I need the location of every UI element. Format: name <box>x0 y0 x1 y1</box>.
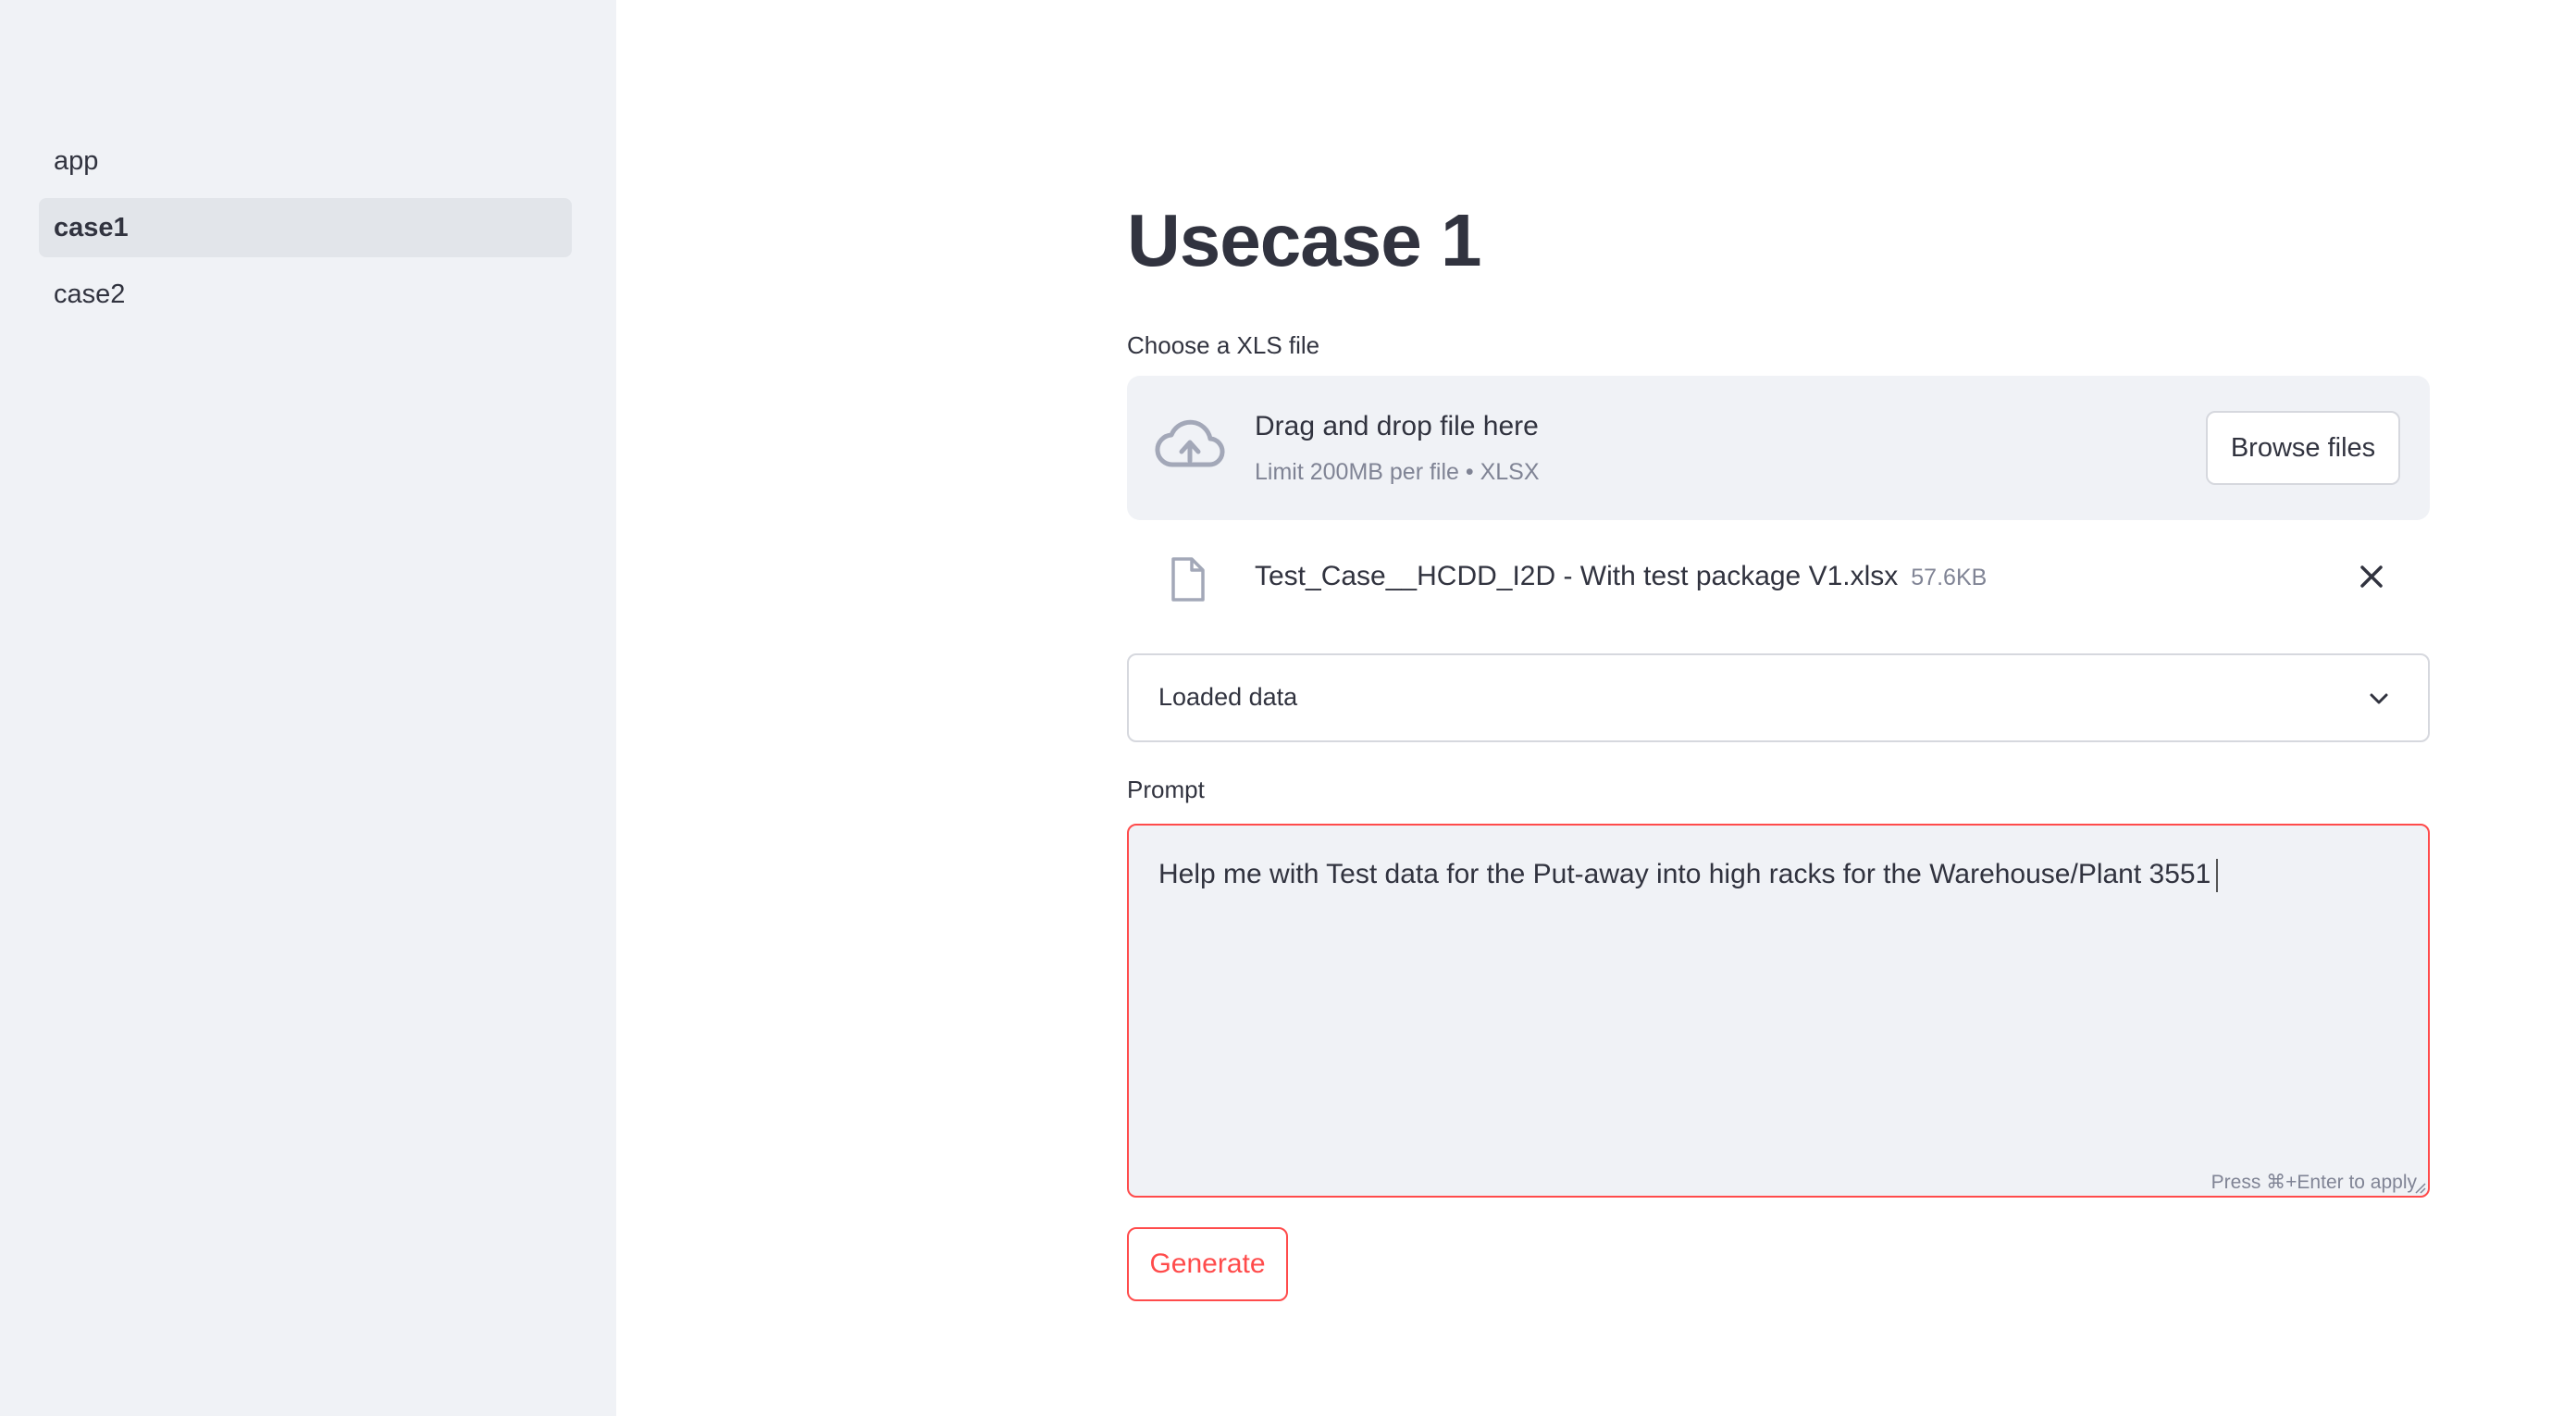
sidebar-item-label: app <box>54 145 99 176</box>
sidebar-nav: app case1 case2 <box>39 131 572 331</box>
expander-label: Loaded data <box>1158 683 1298 711</box>
prompt-text-container: Help me with Test data for the Put-away … <box>1158 859 2391 893</box>
uploaded-file-name: Test_Case__HCDD_I2D - With test package … <box>1255 561 1987 592</box>
file-size: 57.6KB <box>1911 565 1988 590</box>
app-root: app case1 case2 Usecase 1 Choose a XLS f… <box>0 0 2576 1416</box>
dropzone-subtitle: Limit 200MB per file • XLSX <box>1255 459 1540 485</box>
file-name-text: Test_Case__HCDD_I2D - With test package … <box>1255 561 1899 591</box>
browse-files-button[interactable]: Browse files <box>2206 411 2400 485</box>
cloud-upload-icon <box>1155 419 1225 467</box>
loaded-data-expander[interactable]: Loaded data <box>1127 653 2430 742</box>
prompt-label: Prompt <box>1127 776 1205 803</box>
chevron-down-icon <box>2370 693 2388 704</box>
sidebar-item-app[interactable]: app <box>39 131 572 191</box>
prompt-hint: Press ⌘+Enter to apply <box>2211 1172 2417 1193</box>
text-caret <box>2216 859 2219 893</box>
prompt-textarea[interactable]: Help me with Test data for the Put-away … <box>1127 824 2430 1198</box>
prompt-value: Help me with Test data for the Put-away … <box>1158 859 2211 889</box>
sidebar-item-label: case1 <box>54 212 129 242</box>
sidebar-item-label: case2 <box>54 279 126 309</box>
file-icon <box>1171 557 1205 602</box>
generate-button[interactable]: Generate <box>1127 1227 1288 1301</box>
resize-handle-icon[interactable] <box>2413 1181 2426 1194</box>
uploaded-file-row: Test_Case__HCDD_I2D - With test package … <box>1127 537 2430 618</box>
sidebar: app case1 case2 <box>0 0 616 1416</box>
close-icon[interactable] <box>2358 563 2385 590</box>
sidebar-item-case1[interactable]: case1 <box>39 198 572 257</box>
file-dropzone[interactable]: Drag and drop file here Limit 200MB per … <box>1127 376 2430 520</box>
uploader-label: Choose a XLS file <box>1127 331 1320 359</box>
dropzone-title: Drag and drop file here <box>1255 411 1539 441</box>
sidebar-item-case2[interactable]: case2 <box>39 265 572 324</box>
page-title: Usecase 1 <box>1127 199 1481 281</box>
